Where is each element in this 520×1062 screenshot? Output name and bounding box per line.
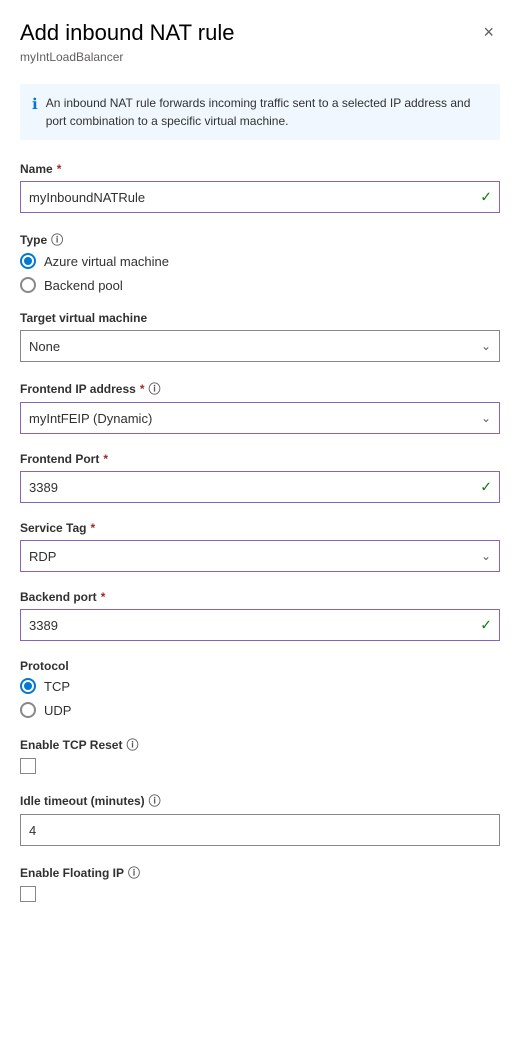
name-input[interactable] <box>20 181 500 213</box>
frontend-ip-label: Frontend IP address * ⓘ <box>20 380 500 397</box>
frontend-ip-info-icon: ⓘ <box>148 380 160 397</box>
floating-ip-field-group: Enable Floating IP ⓘ <box>20 864 500 902</box>
type-label: Type ⓘ <box>20 231 500 248</box>
target-vm-label: Target virtual machine <box>20 311 500 325</box>
tcp-reset-field-group: Enable TCP Reset ⓘ <box>20 736 500 774</box>
info-banner: ℹ An inbound NAT rule forwards incoming … <box>20 84 500 140</box>
backend-port-required: * <box>101 590 106 604</box>
name-check-icon: ✓ <box>480 189 492 206</box>
type-backend-pool-label: Backend pool <box>44 278 123 293</box>
protocol-tcp-radio[interactable] <box>20 678 36 694</box>
name-label: Name * <box>20 162 500 176</box>
tcp-reset-label: Enable TCP Reset ⓘ <box>20 736 500 753</box>
frontend-ip-chevron-icon: ⌄ <box>481 411 491 425</box>
protocol-tcp-option[interactable]: TCP <box>20 678 500 694</box>
type-radio-group: Azure virtual machine Backend pool <box>20 253 500 293</box>
frontend-ip-dropdown-wrapper: myIntFEIP (Dynamic) ⌄ <box>20 402 500 434</box>
service-tag-dropdown-wrapper: RDP ⌄ <box>20 540 500 572</box>
frontend-ip-required: * <box>140 382 145 396</box>
protocol-field-group: Protocol TCP UDP <box>20 659 500 718</box>
frontend-port-label: Frontend Port * <box>20 452 500 466</box>
idle-timeout-info-icon: ⓘ <box>149 792 161 809</box>
info-text: An inbound NAT rule forwards incoming tr… <box>46 94 488 130</box>
protocol-udp-radio[interactable] <box>20 702 36 718</box>
idle-timeout-input-wrapper <box>20 814 500 846</box>
tcp-reset-checkbox[interactable] <box>20 758 36 774</box>
floating-ip-checkbox[interactable] <box>20 886 36 902</box>
backend-port-label: Backend port * <box>20 590 500 604</box>
service-tag-value: RDP <box>29 549 56 564</box>
backend-port-check-icon: ✓ <box>480 617 492 634</box>
protocol-udp-label: UDP <box>44 703 71 718</box>
protocol-label: Protocol <box>20 659 500 673</box>
frontend-port-input-wrapper: ✓ <box>20 471 500 503</box>
info-icon: ℹ <box>32 95 38 113</box>
type-backend-pool-option[interactable]: Backend pool <box>20 277 500 293</box>
close-button[interactable]: × <box>477 20 500 45</box>
backend-port-field-group: Backend port * ✓ <box>20 590 500 641</box>
target-vm-dropdown-wrapper: None ⌄ <box>20 330 500 362</box>
frontend-port-input[interactable] <box>20 471 500 503</box>
name-input-wrapper: ✓ <box>20 181 500 213</box>
target-vm-value: None <box>29 339 60 354</box>
protocol-tcp-label: TCP <box>44 679 70 694</box>
idle-timeout-field-group: Idle timeout (minutes) ⓘ <box>20 792 500 846</box>
type-azure-vm-radio[interactable] <box>20 253 36 269</box>
frontend-port-check-icon: ✓ <box>480 479 492 496</box>
tcp-reset-info-icon: ⓘ <box>126 736 138 753</box>
floating-ip-info-icon: ⓘ <box>128 864 140 881</box>
name-required: * <box>57 162 62 176</box>
type-azure-vm-label: Azure virtual machine <box>44 254 169 269</box>
frontend-ip-value: myIntFEIP (Dynamic) <box>29 411 152 426</box>
page-title: Add inbound NAT rule <box>20 20 234 46</box>
target-vm-chevron-icon: ⌄ <box>481 339 491 353</box>
frontend-port-field-group: Frontend Port * ✓ <box>20 452 500 503</box>
frontend-ip-field-group: Frontend IP address * ⓘ myIntFEIP (Dynam… <box>20 380 500 434</box>
name-field-group: Name * ✓ <box>20 162 500 213</box>
target-vm-dropdown[interactable]: None ⌄ <box>20 330 500 362</box>
floating-ip-label: Enable Floating IP ⓘ <box>20 864 500 881</box>
protocol-radio-group: TCP UDP <box>20 678 500 718</box>
type-field-group: Type ⓘ Azure virtual machine Backend poo… <box>20 231 500 293</box>
type-azure-vm-option[interactable]: Azure virtual machine <box>20 253 500 269</box>
idle-timeout-input[interactable] <box>20 814 500 846</box>
floating-ip-checkbox-item <box>20 886 500 902</box>
frontend-port-required: * <box>103 452 108 466</box>
type-backend-pool-radio[interactable] <box>20 277 36 293</box>
page-subtitle: myIntLoadBalancer <box>20 50 500 64</box>
protocol-udp-option[interactable]: UDP <box>20 702 500 718</box>
service-tag-label: Service Tag * <box>20 521 500 535</box>
service-tag-chevron-icon: ⌄ <box>481 549 491 563</box>
frontend-ip-dropdown[interactable]: myIntFEIP (Dynamic) ⌄ <box>20 402 500 434</box>
tcp-reset-checkbox-item <box>20 758 500 774</box>
target-vm-field-group: Target virtual machine None ⌄ <box>20 311 500 362</box>
service-tag-required: * <box>90 521 95 535</box>
backend-port-input-wrapper: ✓ <box>20 609 500 641</box>
idle-timeout-label: Idle timeout (minutes) ⓘ <box>20 792 500 809</box>
service-tag-dropdown[interactable]: RDP ⌄ <box>20 540 500 572</box>
service-tag-field-group: Service Tag * RDP ⌄ <box>20 521 500 572</box>
type-info-icon: ⓘ <box>51 231 63 248</box>
backend-port-input[interactable] <box>20 609 500 641</box>
